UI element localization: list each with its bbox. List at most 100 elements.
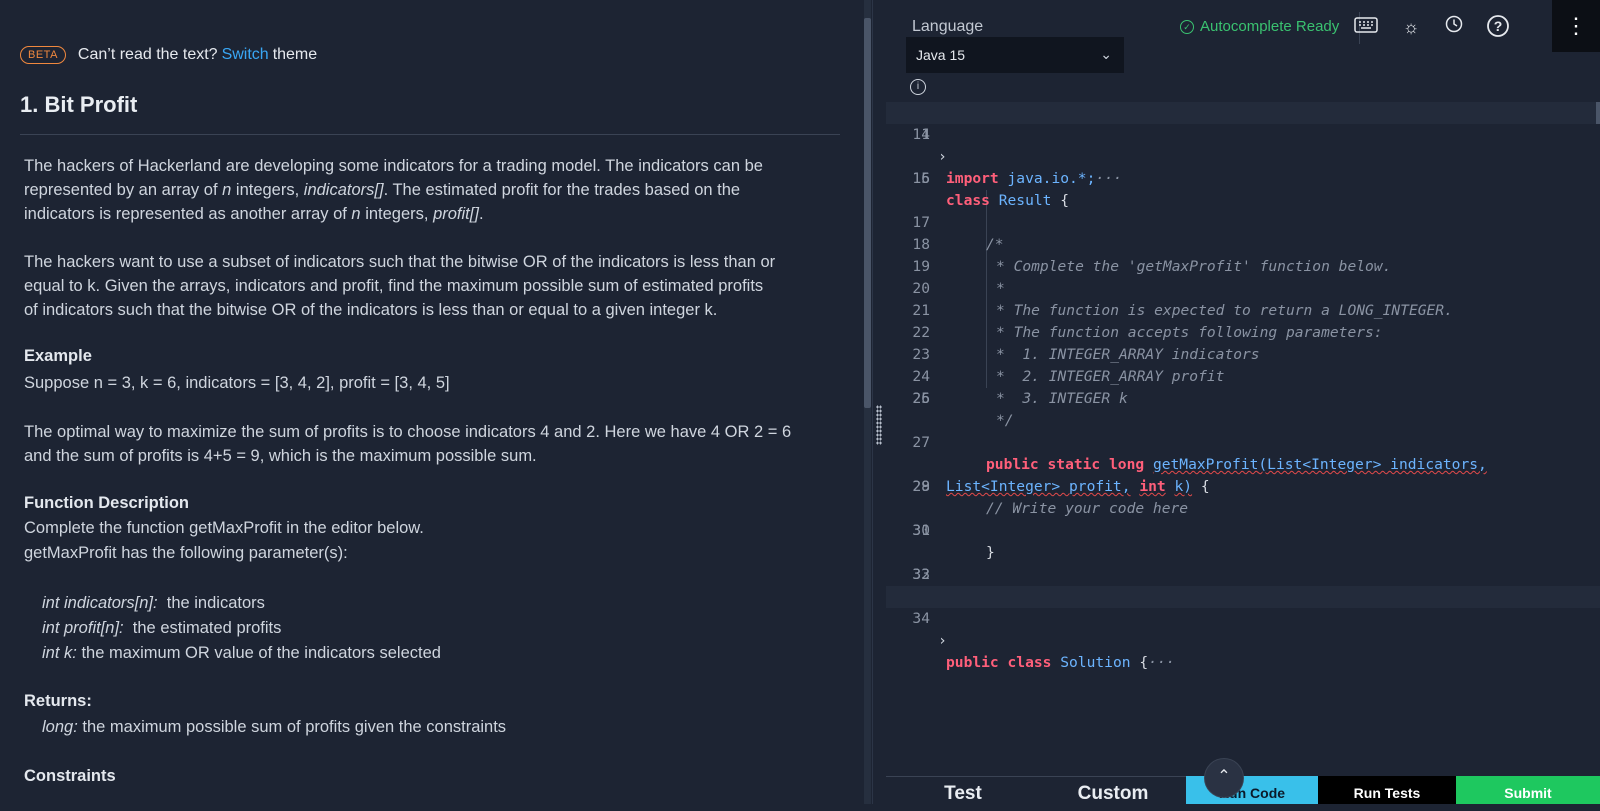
returns-line: long: the maximum possible sum of profit… <box>42 715 862 739</box>
param-name: int k: <box>42 644 77 662</box>
code-line[interactable]: 34 › public class Solution {··· <box>886 586 1600 671</box>
code-line[interactable]: 15 class Result { <box>886 146 1600 209</box>
line-number: 14 <box>912 126 930 143</box>
problem-title: 1. Bit Profit <box>20 92 138 117</box>
more-menu-icon[interactable]: ⋮ <box>1552 0 1600 52</box>
text-run: represented by an array of <box>24 181 223 199</box>
editor-scrollbar[interactable] <box>1596 102 1600 124</box>
beta-badge: BETA <box>20 46 66 64</box>
language-value: Java 15 <box>916 47 966 63</box>
param-name: int indicators[n]: <box>42 594 158 612</box>
line-number: 29 <box>912 478 930 495</box>
example-expl-line: The optimal way to maximize the sum of p… <box>24 423 792 441</box>
code-line[interactable]: 21 * The function accepts following para… <box>886 278 1600 341</box>
line-number: 26 <box>912 390 930 407</box>
code-line[interactable]: 32 } <box>886 542 1600 605</box>
autocomplete-status: ✓ Autocomplete Ready <box>1180 18 1339 35</box>
italic-term: indicators[] <box>303 181 384 199</box>
problem-panel: BETA Can’t read the text? Switch theme 1… <box>0 0 864 804</box>
code-line[interactable]: 14 <box>886 124 1600 146</box>
line-number: 33 <box>912 566 930 583</box>
code-line[interactable]: 25 */ <box>886 366 1600 429</box>
text-run: integers, <box>360 205 434 223</box>
code-line[interactable]: 24 * 3. INTEGER k <box>886 344 1600 407</box>
svg-text:?: ? <box>1494 18 1503 34</box>
code-line[interactable]: 31 <box>886 520 1600 542</box>
code-line[interactable]: 30 } <box>886 498 1600 561</box>
param-name: int profit[n]: <box>42 619 124 637</box>
title-divider <box>20 134 840 135</box>
code-line[interactable]: 16 <box>886 168 1600 190</box>
text-run: The hackers of Hackerland are developing… <box>24 157 763 175</box>
resize-handle-icon[interactable] <box>876 405 882 445</box>
keyword: public class <box>946 654 1052 671</box>
p1-line: indicators is represented as another arr… <box>24 202 844 226</box>
help-icon[interactable]: ? <box>1485 14 1511 40</box>
banner-text: Can’t read the text? <box>77 46 218 63</box>
problem-scrollbar[interactable] <box>864 18 871 408</box>
history-icon[interactable] <box>1441 14 1467 40</box>
param-desc: the indicators <box>166 594 265 612</box>
italic-term: profit[] <box>433 205 479 223</box>
code-line[interactable]: 23 * 2. INTEGER_ARRAY profit <box>886 322 1600 385</box>
code-line[interactable]: 20 * The function is expected to return … <box>886 256 1600 319</box>
submit-button[interactable]: Submit <box>1456 776 1600 804</box>
code-text: public class Solution {··· <box>946 652 1174 674</box>
code-line[interactable]: 33 <box>886 564 1600 586</box>
italic-term: n <box>222 181 232 199</box>
code-editor[interactable]: 1 › import java.io.*;··· 14 15 class Res… <box>886 102 1600 772</box>
text-run: . The estimated profit for the trades ba… <box>383 181 741 199</box>
info-icon[interactable]: i <box>910 79 926 95</box>
code-line[interactable]: 27 public static long getMaxProfit(List<… <box>886 410 1600 473</box>
description-paragraph-2: The hackers want to use a subset of indi… <box>24 250 844 322</box>
code-line[interactable]: 19 * <box>886 234 1600 297</box>
p2-line: The hackers want to use a subset of indi… <box>24 253 776 271</box>
code-line[interactable]: List<Integer> profit, int k) { <box>886 432 1600 495</box>
p1-line: represented by an array of n integers, i… <box>24 178 844 202</box>
example-explanation: The optimal way to maximize the sum of p… <box>24 420 844 468</box>
sun-icon[interactable]: ☼ <box>1398 14 1424 40</box>
keyboard-icon[interactable] <box>1353 14 1379 40</box>
panel-divider[interactable] <box>872 0 887 804</box>
code-line[interactable]: 29 <box>886 476 1600 498</box>
run-tests-button[interactable]: Run Tests <box>1318 776 1456 804</box>
code-line[interactable]: 26 <box>886 388 1600 410</box>
theme-banner: BETA Can’t read the text? Switch theme <box>20 46 317 64</box>
function-description-line-1: Complete the function getMaxProfit in th… <box>24 519 424 537</box>
switch-theme-link[interactable]: Switch <box>222 46 269 64</box>
constraints-heading: Constraints <box>24 767 116 785</box>
custom-tab[interactable]: Custom <box>1040 776 1186 805</box>
brace: { <box>1139 654 1149 671</box>
returns-type: long: <box>42 718 78 736</box>
param-item: int k: the maximum OR value of the indic… <box>42 641 862 665</box>
line-number: 16 <box>912 170 930 187</box>
editor-panel: Language Java 15 ⌄ i ✓ Autocomplete Read… <box>886 0 1600 805</box>
chevron-down-icon: ⌄ <box>1100 46 1112 62</box>
p1-line: The hackers of Hackerland are developing… <box>24 154 844 178</box>
example-expl-line: and the sum of profits is 4+5 = 9, which… <box>24 447 537 465</box>
language-label: Language <box>912 18 984 35</box>
param-desc: the estimated profits <box>132 619 282 637</box>
text-run: . <box>478 205 484 223</box>
autocomplete-text: Autocomplete Ready <box>1200 18 1340 35</box>
chevron-up-icon[interactable]: ⌃ <box>1204 758 1244 798</box>
description-paragraph-1: The hackers of Hackerland are developing… <box>24 154 844 226</box>
class-name: Solution <box>1060 654 1131 671</box>
code-line[interactable]: 28 // Write your code here <box>886 454 1600 517</box>
function-description-heading: Function Description <box>24 494 189 512</box>
returns-desc: the maximum possible sum of profits give… <box>82 718 507 736</box>
check-circle-icon: ✓ <box>1180 19 1194 34</box>
folded-ellipsis[interactable]: ··· <box>1148 654 1174 671</box>
language-select[interactable]: Java 15 ⌄ <box>906 37 1124 73</box>
text-run: indicators is represented as another arr… <box>24 205 352 223</box>
code-line[interactable]: 18 * Complete the 'getMaxProfit' functio… <box>886 212 1600 275</box>
test-tab[interactable]: Test <box>886 776 1040 805</box>
param-list: int indicators[n]: the indicators int pr… <box>42 591 862 665</box>
code-line[interactable]: 1 › import java.io.*;··· <box>886 102 1600 187</box>
param-desc: the maximum OR value of the indicators s… <box>81 644 441 662</box>
code-line[interactable]: 22 * 1. INTEGER_ARRAY indicators <box>886 300 1600 363</box>
text-run: integers, <box>231 181 304 199</box>
fold-expand-icon[interactable]: › <box>938 630 947 652</box>
code-line[interactable]: 17 /* <box>886 190 1600 253</box>
param-item: int profit[n]: the estimated profits <box>42 616 862 640</box>
